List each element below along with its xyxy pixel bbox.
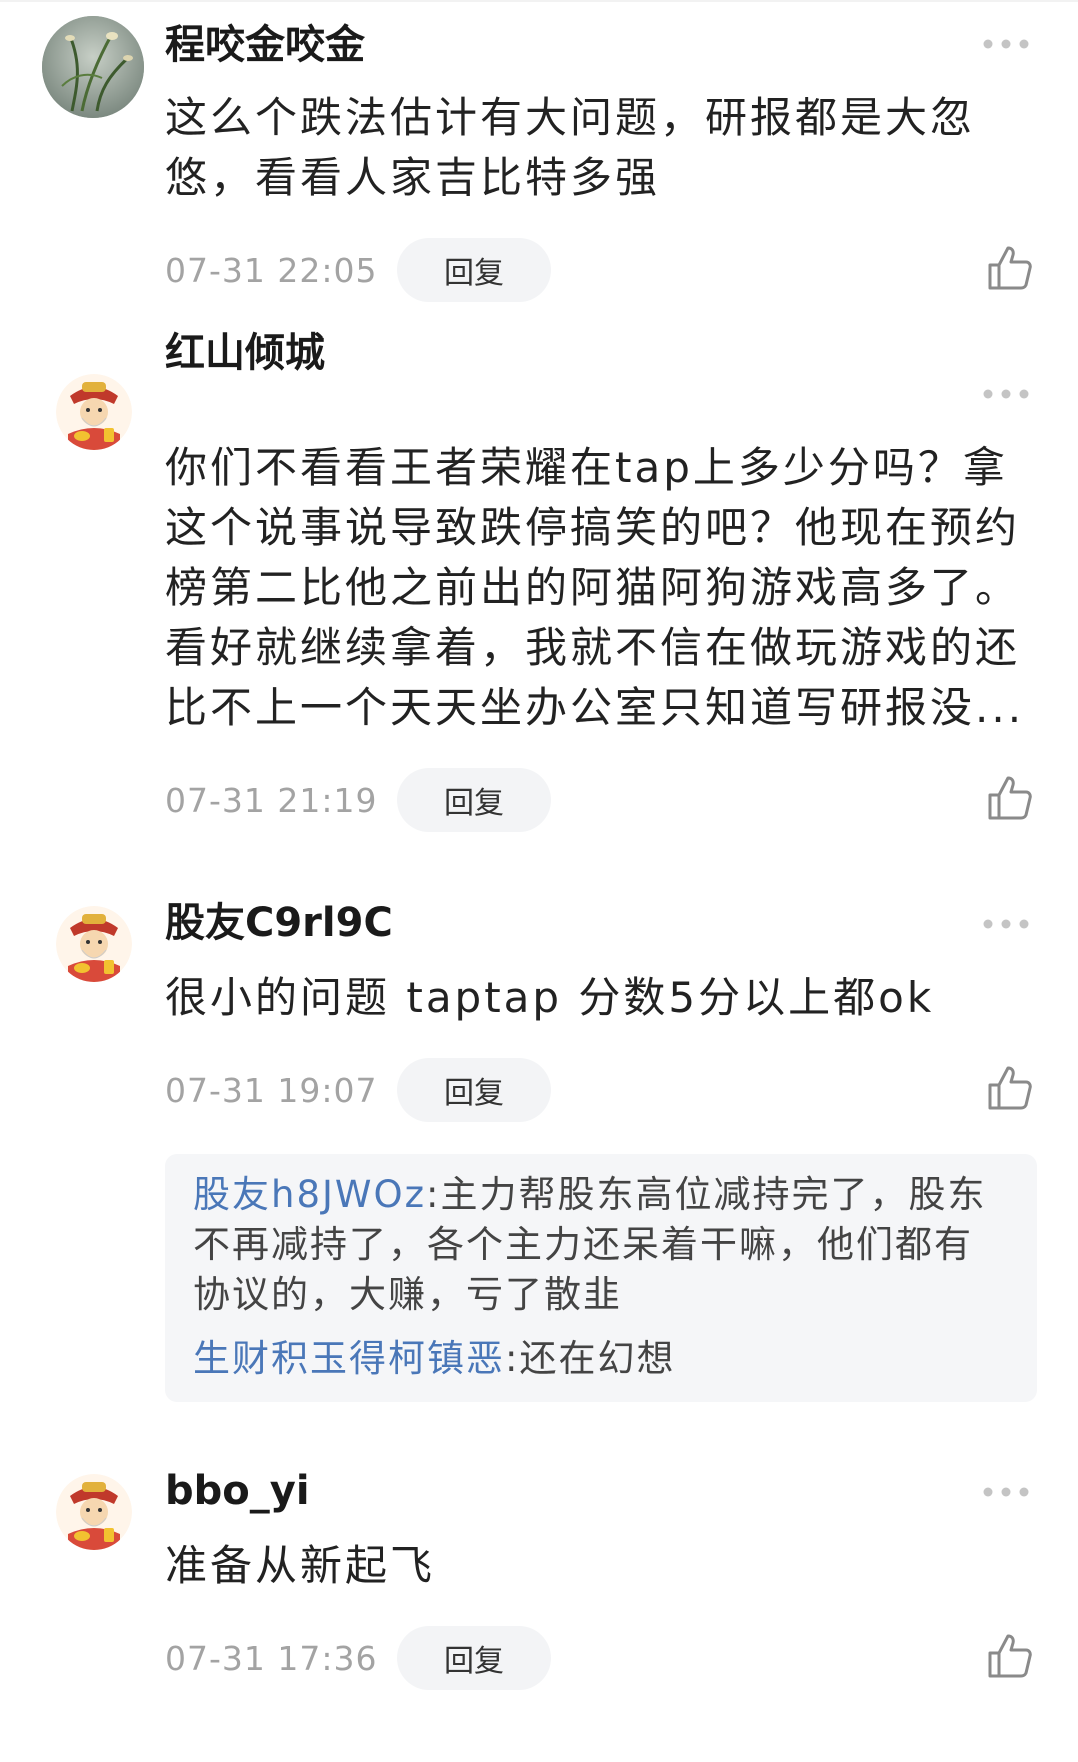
timestamp: 07-31 22:05 <box>165 250 378 290</box>
comment-meta: 07-31 22:05 回复 <box>165 238 551 302</box>
more-dots-icon[interactable] <box>982 388 1030 400</box>
comment-meta: 07-31 17:36 回复 <box>165 1626 551 1690</box>
thumbs-up-icon[interactable] <box>986 244 1034 292</box>
reply-username[interactable]: 股友h8JWOz <box>193 1173 426 1216</box>
reply-item: 股友h8JWOz:主力帮股东高位减持完了，股东不再减持了，各个主力还呆着干嘛，他… <box>193 1170 1011 1320</box>
avatar[interactable] <box>56 906 132 982</box>
more-dots-icon[interactable] <box>982 38 1030 50</box>
timestamp: 07-31 19:07 <box>165 1070 378 1110</box>
timestamp: 07-31 21:19 <box>165 780 378 820</box>
comment-text: 这么个跌法估计有大问题，研报都是大忽悠，看看人家吉比特多强 <box>165 93 976 202</box>
top-divider <box>0 0 1078 2</box>
god-of-wealth-avatar-icon <box>56 1474 132 1550</box>
timestamp: 07-31 17:36 <box>165 1638 378 1678</box>
username[interactable]: 红山倾城 <box>165 328 325 378</box>
thumbs-up-icon[interactable] <box>986 1632 1034 1680</box>
more-dots-icon[interactable] <box>982 1486 1030 1498</box>
reply-button[interactable]: 回复 <box>397 1626 551 1690</box>
username[interactable]: 程咬金咬金 <box>165 20 365 70</box>
comment-text: 准备从新起飞 <box>165 1541 436 1590</box>
comment-meta: 07-31 19:07 回复 <box>165 1058 551 1122</box>
username[interactable]: bbo_yi <box>165 1466 310 1516</box>
god-of-wealth-avatar-icon <box>56 374 132 450</box>
reply-text: :还在幻想 <box>505 1337 676 1380</box>
thumbs-up-icon[interactable] <box>986 774 1034 822</box>
avatar[interactable] <box>56 1474 132 1550</box>
plant-avatar-icon <box>42 16 144 118</box>
username[interactable]: 股友C9rl9C <box>165 898 393 948</box>
reply-username[interactable]: 生财积玉得柯镇恶 <box>193 1337 505 1380</box>
god-of-wealth-avatar-icon <box>56 906 132 982</box>
avatar[interactable] <box>42 16 144 118</box>
replies-box[interactable]: 股友h8JWOz:主力帮股东高位减持完了，股东不再减持了，各个主力还呆着干嘛，他… <box>165 1154 1037 1402</box>
thumbs-up-icon[interactable] <box>986 1064 1034 1112</box>
reply-button[interactable]: 回复 <box>397 238 551 302</box>
reply-button[interactable]: 回复 <box>397 1058 551 1122</box>
more-dots-icon[interactable] <box>982 918 1030 930</box>
reply-button[interactable]: 回复 <box>397 768 551 832</box>
comment-meta: 07-31 21:19 回复 <box>165 768 551 832</box>
comment-text: 你们不看看王者荣耀在tap上多少分吗？拿这个说事说导致跌停搞笑的吧？他现在预约榜… <box>165 443 1025 732</box>
avatar[interactable] <box>56 374 132 450</box>
reply-item: 生财积玉得柯镇恶:还在幻想 <box>193 1334 1011 1384</box>
comment-text: 很小的问题 taptap 分数5分以上都ok <box>165 973 935 1022</box>
